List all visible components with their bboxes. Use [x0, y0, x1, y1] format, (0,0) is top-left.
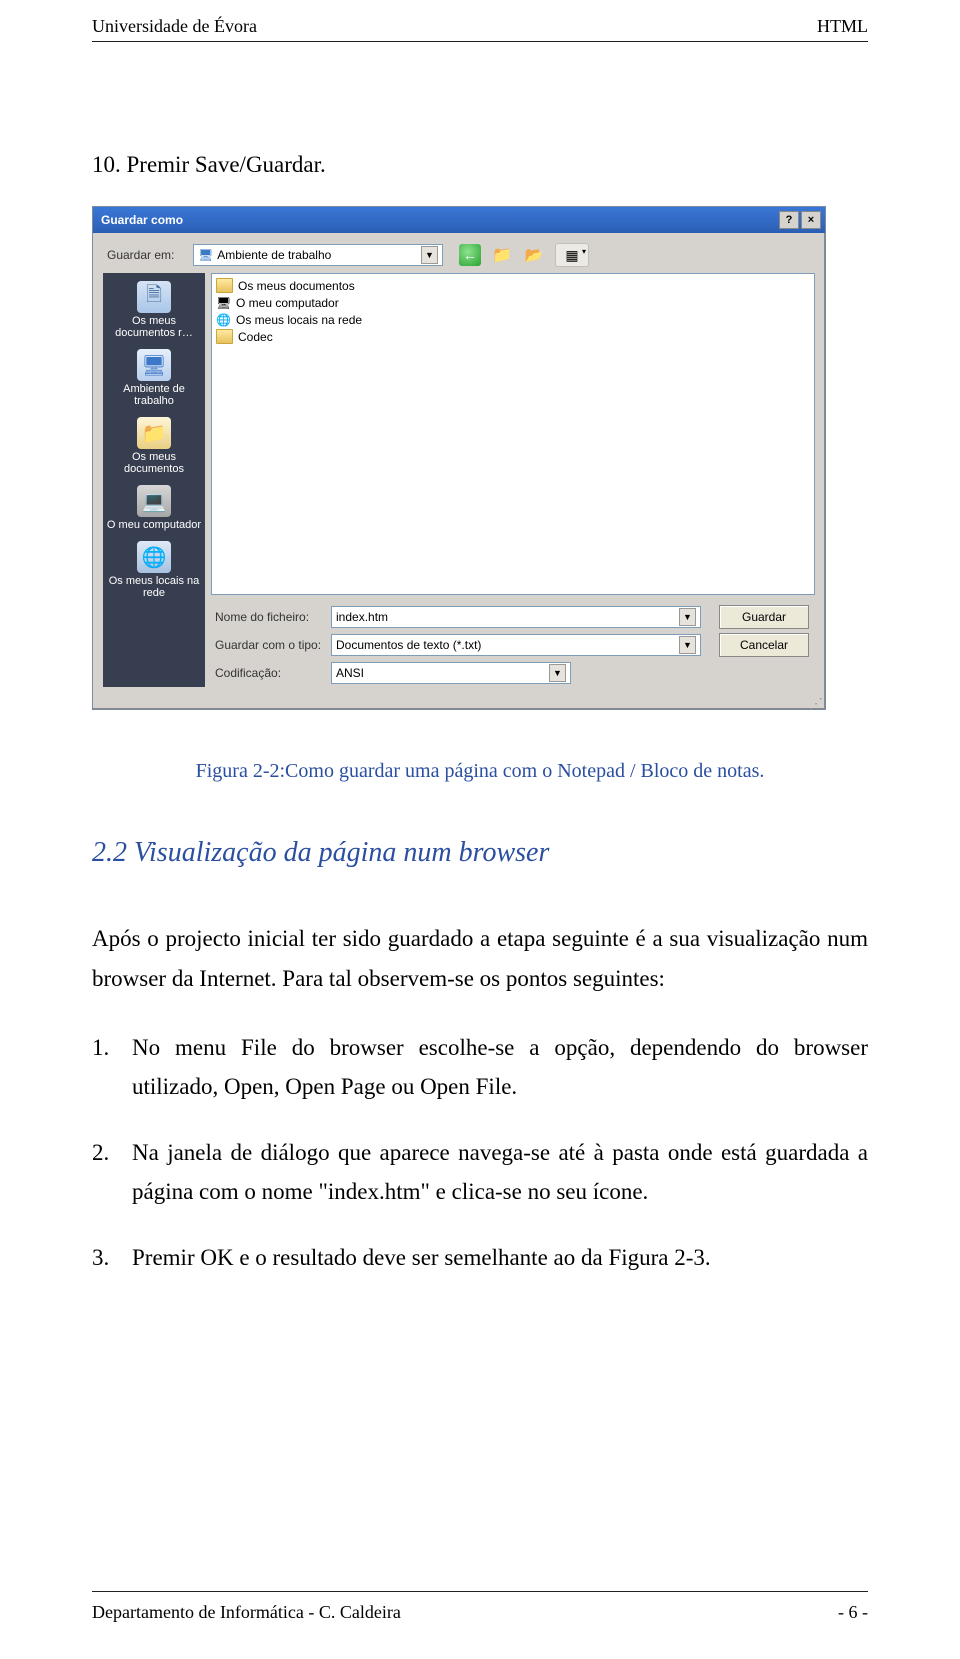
- chevron-down-icon[interactable]: ▼: [679, 636, 696, 654]
- list-text: Premir OK e o resultado deve ser semelha…: [132, 1238, 868, 1278]
- save-in-label: Guardar em:: [107, 248, 193, 262]
- dialog-title: Guardar como: [97, 213, 777, 227]
- recent-docs-icon: 🗎: [137, 281, 171, 313]
- list-item[interactable]: O meu computador: [216, 294, 810, 311]
- places-bar: 🗎 Os meus documentos r… 🖥 Ambiente de tr…: [103, 273, 205, 687]
- list-item-label: Os meus documentos: [238, 279, 355, 293]
- list-item: 3. Premir OK e o resultado deve ser seme…: [92, 1238, 868, 1278]
- encoding-value: ANSI: [336, 666, 364, 680]
- places-label: Os meus documentos r…: [106, 315, 202, 339]
- new-folder-icon[interactable]: 📂: [523, 244, 545, 266]
- filetype-combo[interactable]: Documentos de texto (*.txt) ▼: [331, 634, 701, 656]
- places-recent-docs[interactable]: 🗎 Os meus documentos r…: [106, 277, 202, 343]
- list-item: 1. No menu File do browser escolhe-se a …: [92, 1028, 868, 1107]
- places-my-computer[interactable]: 💻 O meu computador: [106, 481, 202, 535]
- close-button[interactable]: ×: [801, 211, 821, 229]
- list-item[interactable]: Codec: [216, 328, 810, 345]
- list-item: 2. Na janela de diálogo que aparece nave…: [92, 1133, 868, 1212]
- list-item-label: O meu computador: [236, 296, 339, 310]
- list-item[interactable]: Os meus locais na rede: [216, 311, 810, 328]
- section-heading: 2.2 Visualização da página num browser: [92, 837, 868, 869]
- numbered-list: 1. No menu File do browser escolhe-se a …: [92, 1028, 868, 1278]
- chevron-down-icon[interactable]: ▼: [421, 246, 438, 264]
- dialog-titlebar[interactable]: Guardar como ? ×: [93, 207, 825, 233]
- desktop-icon: 🖥: [137, 349, 171, 381]
- encoding-combo[interactable]: ANSI ▼: [331, 662, 571, 684]
- list-number: 3.: [92, 1238, 132, 1278]
- filename-value: index.htm: [336, 610, 388, 624]
- footer-left: Departamento de Informática - C. Caldeir…: [92, 1602, 401, 1623]
- places-my-documents[interactable]: 📁 Os meus documentos: [106, 413, 202, 479]
- step-10: 10. Premir Save/Guardar.: [92, 152, 868, 178]
- places-label: Os meus documentos: [106, 451, 202, 475]
- places-label: Os meus locais na rede: [106, 575, 202, 599]
- list-item[interactable]: Os meus documentos: [216, 277, 810, 294]
- chevron-down-icon[interactable]: ▾: [582, 247, 586, 256]
- up-one-level-icon[interactable]: 📁: [491, 244, 513, 266]
- footer-right: - 6 -: [838, 1602, 868, 1623]
- list-number: 1.: [92, 1028, 132, 1107]
- views-icon: ▦: [565, 247, 578, 264]
- chevron-down-icon[interactable]: ▼: [679, 608, 696, 626]
- views-menu-icon[interactable]: ▦ ▾: [555, 243, 589, 267]
- places-label: O meu computador: [106, 519, 202, 531]
- save-as-dialog: Guardar como ? × Guardar em: 🖥 Ambiente …: [92, 206, 826, 710]
- save-in-value: Ambiente de trabalho: [217, 248, 331, 262]
- list-item-label: Codec: [238, 330, 273, 344]
- network-places-icon: 🌐: [137, 541, 171, 573]
- filename-label: Nome do ficheiro:: [211, 610, 331, 624]
- list-number: 2.: [92, 1133, 132, 1212]
- encoding-label: Codificação:: [211, 666, 331, 680]
- intro-paragraph: Após o projecto inicial ter sido guardad…: [92, 919, 868, 1000]
- back-icon[interactable]: ←: [459, 244, 481, 266]
- help-button[interactable]: ?: [779, 211, 799, 229]
- save-button[interactable]: Guardar: [719, 605, 809, 629]
- file-listing[interactable]: Os meus documentos O meu computador Os m…: [211, 273, 815, 595]
- desktop-icon: 🖥: [198, 248, 213, 262]
- list-item-label: Os meus locais na rede: [236, 313, 362, 327]
- list-text: Na janela de diálogo que aparece navega-…: [132, 1133, 868, 1212]
- places-network[interactable]: 🌐 Os meus locais na rede: [106, 537, 202, 603]
- places-desktop[interactable]: 🖥 Ambiente de trabalho: [106, 345, 202, 411]
- my-computer-icon: 💻: [137, 485, 171, 517]
- save-in-combo[interactable]: 🖥 Ambiente de trabalho ▼: [193, 244, 443, 266]
- network-icon: [216, 313, 231, 326]
- chevron-down-icon[interactable]: ▼: [549, 664, 566, 682]
- filetype-label: Guardar com o tipo:: [211, 638, 331, 652]
- figure-caption: Figura 2-2:Como guardar uma página com o…: [92, 760, 868, 783]
- folder-icon: [216, 278, 233, 293]
- filetype-value: Documentos de texto (*.txt): [336, 638, 481, 652]
- folder-icon: [216, 329, 233, 344]
- my-computer-icon: [216, 296, 231, 309]
- footer-rule: [92, 1591, 868, 1592]
- places-label: Ambiente de trabalho: [106, 383, 202, 407]
- filename-combo[interactable]: index.htm ▼: [331, 606, 701, 628]
- resize-grip-icon[interactable]: ⋰: [93, 695, 825, 709]
- list-text: No menu File do browser escolhe-se a opç…: [132, 1028, 868, 1107]
- my-documents-icon: 📁: [137, 417, 171, 449]
- header-right: HTML: [817, 16, 868, 37]
- cancel-button[interactable]: Cancelar: [719, 633, 809, 657]
- header-left: Universidade de Évora: [92, 16, 257, 37]
